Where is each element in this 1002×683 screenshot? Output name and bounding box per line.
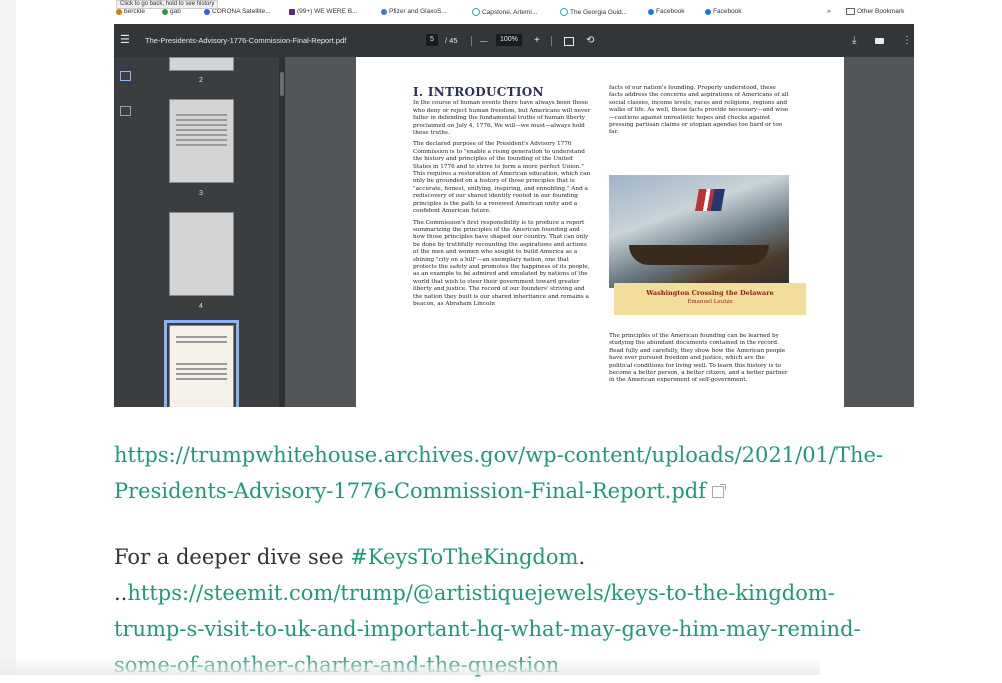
page-left-column: I. INTRODUCTION In the course of human e… — [413, 85, 592, 312]
pdf-link-paragraph: https://trumpwhitehouse.archives.gov/wp-… — [114, 437, 914, 509]
caption-artist: Emanuel Leutze — [687, 299, 733, 305]
section-heading: I. INTRODUCTION — [413, 85, 544, 99]
download-icon[interactable]: ⤓ — [852, 24, 856, 57]
pdf-report-link[interactable]: https://trumpwhitehouse.archives.gov/wp-… — [114, 443, 883, 503]
zoom-level-input[interactable]: 100% — [496, 34, 522, 46]
outline-icon[interactable] — [120, 106, 131, 116]
print-icon[interactable] — [875, 24, 884, 57]
page-thumbnail-5-selected[interactable] — [164, 320, 239, 407]
bookmark-icon — [381, 8, 387, 15]
bookmark-2[interactable]: CORONA Satellite... — [204, 8, 271, 15]
ellipsis-text: .. — [114, 581, 128, 605]
zoom-out-button[interactable]: — — [480, 24, 488, 57]
menu-icon[interactable]: ☰ — [120, 24, 130, 57]
bookmark-6[interactable]: The Georgia Guid... — [560, 8, 627, 16]
external-link-icon — [712, 484, 727, 498]
page-right-column-top: facts of our nation's founding. Properly… — [609, 85, 789, 141]
other-bookmarks[interactable]: Other Bookmark — [846, 8, 904, 15]
bookmark-icon — [204, 8, 210, 15]
page-paragraph: In the course of human events there have… — [413, 100, 591, 137]
page-paragraph: facts of our nation's founding. Properly… — [609, 85, 789, 136]
flag-shape — [695, 189, 725, 211]
page-right-column-bottom: The principles of the American founding … — [609, 333, 789, 389]
hashtag-link[interactable]: #KeysToTheKingdom — [350, 545, 578, 569]
pdf-filename: The-Presidents-Advisory-1776-Commission-… — [145, 36, 347, 45]
toolbar-divider — [471, 36, 472, 46]
bookmark-4[interactable]: Pfizer and GlaxoS... — [381, 8, 447, 15]
zoom-in-button[interactable]: + — [534, 24, 540, 57]
bookmark-0[interactable]: berckle — [116, 8, 145, 15]
folder-icon — [846, 8, 855, 15]
bottom-shadow — [0, 657, 820, 675]
bookmarks-bar: berckle gab CORONA Satellite... (99+) WE… — [114, 0, 914, 24]
thumbnail-page-number: 3 — [199, 190, 203, 197]
facebook-icon — [705, 8, 711, 15]
page-paragraph: The principles of the American founding … — [609, 333, 788, 384]
fit-page-icon[interactable] — [564, 24, 574, 57]
bookmark-icon — [560, 8, 568, 16]
page-thumbnail-2[interactable] — [169, 57, 234, 71]
pdf-toolbar: ☰ The-Presidents-Advisory-1776-Commissio… — [114, 24, 914, 57]
thumbnail-sidebar: 2 3 4 — [114, 57, 279, 407]
thumbnail-page-number: 2 — [199, 77, 203, 84]
bookmark-1[interactable]: gab — [162, 8, 181, 15]
page-thumbnail-4[interactable] — [169, 212, 234, 296]
thumbnails-icon[interactable] — [120, 71, 131, 81]
back-tooltip: Click to go back, hold to see history — [116, 0, 219, 9]
left-gutter — [0, 0, 16, 675]
page-paragraph: The declared purpose of the President's … — [413, 141, 591, 215]
bookmark-icon — [162, 8, 168, 15]
pdf-viewer-screenshot: Click to go back, hold to see history be… — [114, 0, 914, 407]
toolbar-divider — [551, 36, 552, 46]
caption-title: Washington Crossing the Delaware — [646, 289, 774, 297]
bookmark-5[interactable]: Capstone, Artemi... — [472, 8, 537, 16]
painting-image — [609, 175, 789, 288]
bookmarks-overflow[interactable]: » — [827, 8, 831, 15]
bookmark-8[interactable]: Facebook — [705, 8, 742, 15]
facebook-icon — [648, 8, 654, 15]
deeper-dive-text: For a deeper dive see — [114, 545, 351, 569]
pdf-right-margin — [844, 57, 914, 407]
page-total: / 45 — [445, 36, 458, 45]
rotate-icon[interactable]: ⟲ — [586, 24, 594, 57]
boat-shape — [629, 245, 769, 265]
painting-caption: Washington Crossing the Delaware Emanuel… — [614, 283, 806, 315]
pdf-page: I. INTRODUCTION In the course of human e… — [356, 57, 844, 407]
bookmark-icon — [116, 8, 122, 15]
page-number-input[interactable]: 5 — [426, 34, 438, 46]
bookmark-icon — [472, 8, 480, 16]
bookmark-icon — [289, 8, 295, 15]
sidebar-scrollbar[interactable] — [279, 57, 285, 407]
page-paragraph: The Commission's first responsibility is… — [413, 219, 590, 307]
thumbnail-page-number: 4 — [199, 303, 203, 310]
bookmark-3[interactable]: (99+) WE WERE B... — [289, 8, 358, 15]
more-vert-icon[interactable]: ⋮ — [902, 24, 912, 57]
page-thumbnail-3[interactable] — [169, 99, 234, 183]
bookmark-7[interactable]: Facebook — [648, 8, 685, 15]
